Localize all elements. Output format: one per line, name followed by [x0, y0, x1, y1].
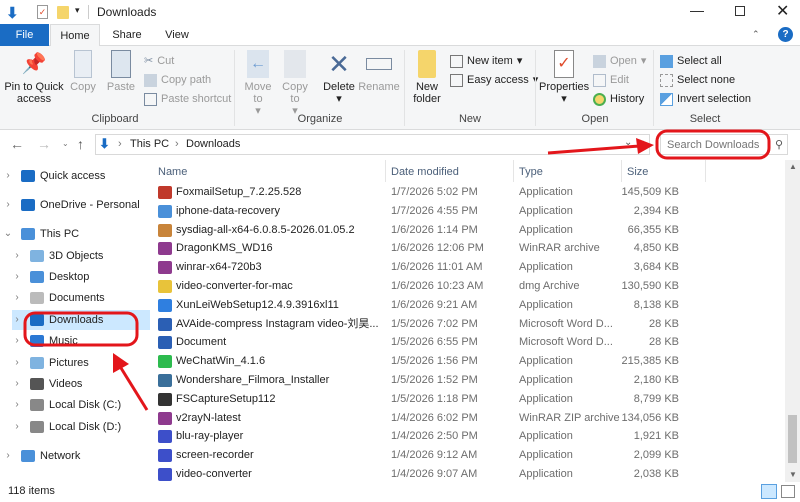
- search-arrowhead: [636, 138, 654, 154]
- search-highlight: [655, 129, 771, 160]
- downloads-arrow: [119, 367, 149, 411]
- search-arrow: [547, 144, 641, 155]
- annotation-overlay: [23, 129, 771, 411]
- downloads-highlight: [23, 311, 139, 347]
